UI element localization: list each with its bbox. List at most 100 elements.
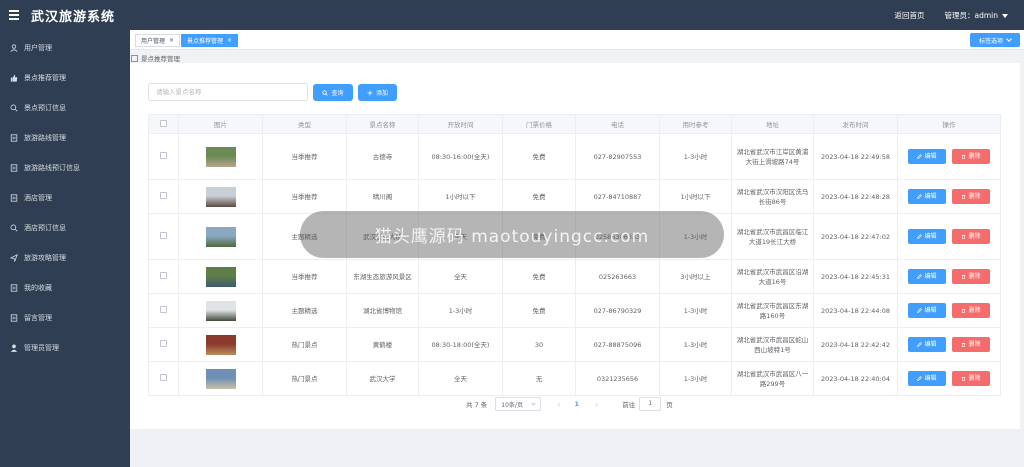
delete-button[interactable]: 删除 [952, 149, 990, 164]
send-icon [9, 253, 19, 263]
tab-attraction-management[interactable]: 景点推荐管理 × [181, 34, 239, 47]
tabs-bar: 用户管理 × 景点推荐管理 × 标签选项 [130, 30, 1024, 50]
name-cell: 黄鹤楼 [346, 327, 419, 362]
next-page-button[interactable]: › [595, 400, 598, 409]
edit-button[interactable]: 编辑 [908, 371, 946, 386]
column-header: 门票价格 [502, 114, 576, 134]
table-row[interactable]: 当季推荐 古德寺 08:30-16:00(全天) 免费 027-82907553 1-3小… [148, 133, 1001, 180]
sidebar-item-8[interactable]: 我的收藏 [0, 273, 130, 303]
edit-icon [917, 342, 923, 347]
close-icon[interactable]: × [169, 37, 174, 44]
table-row[interactable]: 当季推荐 晴川阁 1小时以下 免费 027-84710887 1小时以下 湖北省武汉市汉阳区… [148, 179, 1001, 214]
column-header: 类型 [262, 114, 347, 134]
page-number-current[interactable]: 1 [574, 400, 579, 408]
goto-page-input[interactable]: 1 [639, 397, 662, 411]
address-cell: 湖北省武汉市汉阳区洗马长街86号 [731, 179, 814, 214]
row-select-cell[interactable] [148, 361, 179, 396]
delete-button[interactable]: 删除 [952, 371, 990, 386]
row-checkbox[interactable] [160, 373, 167, 381]
duration-cell: 1小时以下 [659, 179, 732, 214]
page-size-value: 10条/页 [501, 401, 523, 409]
row-checkbox[interactable] [160, 151, 167, 159]
phone-cell: 027-86790329 [575, 293, 660, 328]
row-select-cell[interactable] [148, 133, 179, 180]
sidebar-item-5[interactable]: 酒店管理 [0, 183, 130, 213]
add-button[interactable]: 添加 [358, 84, 397, 101]
row-checkbox[interactable] [160, 191, 167, 199]
row-select-cell[interactable] [148, 179, 179, 214]
admin-menu[interactable]: 管理员：admin [944, 10, 1008, 21]
delete-button[interactable]: 删除 [952, 189, 990, 204]
delete-button[interactable]: 删除 [952, 229, 990, 244]
type-cell: 当季推荐 [262, 133, 347, 180]
table-row[interactable]: 热门景点 武汉大学 全天无 0321235656 1-3小时 湖北省武汉市武昌区八一路29… [148, 361, 1001, 396]
thumbnail-cell [178, 361, 263, 396]
user-icon [9, 43, 19, 53]
tab-options-button[interactable]: 标签选项 [970, 33, 1020, 47]
column-header: 图片 [178, 114, 263, 134]
search-input[interactable] [148, 83, 308, 101]
select-all-checkbox[interactable] [160, 119, 167, 127]
row-checkbox[interactable] [160, 305, 167, 313]
breadcrumb-label: 景点推荐管理 [141, 55, 180, 63]
edit-icon [917, 194, 923, 199]
open-hours-cell: 1-3小时 [418, 293, 503, 328]
sidebar-item-2[interactable]: 景点预订信息 [0, 93, 130, 123]
row-checkbox[interactable] [160, 271, 167, 279]
edit-button[interactable]: 编辑 [908, 337, 946, 352]
column-header: 地址 [731, 114, 814, 134]
edit-label: 编辑 [924, 232, 937, 240]
chevron-down-icon [531, 401, 536, 406]
close-icon[interactable]: × [227, 37, 232, 44]
edit-label: 编辑 [924, 192, 937, 200]
row-select-cell[interactable] [148, 213, 179, 260]
user-filled-icon [9, 343, 19, 353]
edit-button[interactable]: 编辑 [908, 149, 946, 164]
search-button[interactable]: 查询 [313, 84, 353, 101]
sidebar-item-4[interactable]: 旅游路线预订信息 [0, 153, 130, 183]
row-checkbox[interactable] [160, 339, 167, 347]
price-cell: 免费 [502, 179, 576, 214]
sidebar-item-7[interactable]: 旅游攻略管理 [0, 243, 130, 273]
delete-button[interactable]: 删除 [952, 269, 990, 284]
prev-page-button[interactable]: ‹ [557, 400, 560, 409]
home-link[interactable]: 返回首页 [895, 10, 925, 21]
edit-button[interactable]: 编辑 [908, 229, 946, 244]
edit-button[interactable]: 编辑 [908, 303, 946, 318]
delete-button[interactable]: 删除 [952, 303, 990, 318]
row-checkbox[interactable] [160, 231, 167, 239]
address-cell: 湖北省武汉市武昌区蛇山西山坡特1号 [731, 327, 814, 362]
name-cell: 古德寺 [346, 133, 419, 180]
publish-time-cell: 2023-04-18 22:47:02 [813, 213, 898, 260]
open-hours-cell: 08:30-16:00(全天) [418, 133, 503, 180]
row-select-cell[interactable] [148, 293, 179, 328]
page-size-select[interactable]: 10条/页 [495, 397, 542, 411]
publish-time-cell: 2023-04-18 22:42:42 [813, 327, 898, 362]
table-row[interactable]: 主题精选 湖北省博物馆 1-3小时 免费 027-86790329 1-3小时 湖北省武汉市… [148, 293, 1001, 328]
sidebar-item-10[interactable]: 管理员管理 [0, 333, 130, 363]
table-row[interactable]: 当季推荐 东湖生态旅游风景区 全天 免费 025263663 3小时以上 湖北省武汉市武昌区… [148, 259, 1001, 294]
attraction-thumbnail [205, 146, 236, 167]
edit-button[interactable]: 编辑 [908, 189, 946, 204]
row-select-cell[interactable] [148, 259, 179, 294]
delete-button[interactable]: 删除 [952, 337, 990, 352]
thumb-up-icon [9, 73, 19, 83]
menu-toggle-icon[interactable] [9, 10, 23, 20]
tab-user-management[interactable]: 用户管理 × [135, 34, 181, 47]
header-select-all[interactable] [148, 114, 179, 134]
sidebar-item-9[interactable]: 留言管理 [0, 303, 130, 333]
actions-cell: 编辑 删除 [897, 213, 1001, 260]
row-select-cell[interactable] [148, 327, 179, 362]
sidebar-item-label: 留言管理 [24, 314, 52, 322]
sidebar-item-6[interactable]: 酒店预订信息 [0, 213, 130, 243]
sidebar-item-3[interactable]: 旅游路线管理 [0, 123, 130, 153]
edit-button[interactable]: 编辑 [908, 269, 946, 284]
table-row[interactable]: 热门景点 黄鹤楼 08:30-18:00(全天) 30 027-88875096 1-3小… [148, 327, 1001, 362]
edit-icon [917, 234, 923, 239]
price-cell: 免费 [502, 133, 576, 180]
sidebar-item-0[interactable]: 用户管理 [0, 33, 130, 63]
thumbnail-cell [178, 259, 263, 294]
attraction-thumbnail [205, 266, 236, 287]
sidebar-item-1[interactable]: 景点推荐管理 [0, 63, 130, 93]
admin-label: 管理员：admin [944, 10, 999, 20]
